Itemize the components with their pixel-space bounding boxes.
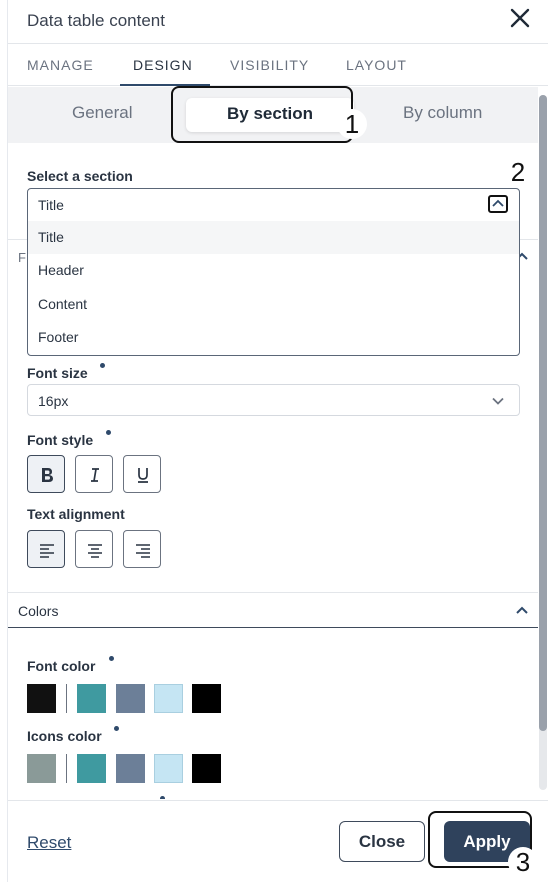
align-center-icon xyxy=(88,544,102,558)
section-option-content[interactable]: Content xyxy=(28,288,519,321)
font-size-value: 16px xyxy=(38,393,69,409)
tab-design[interactable]: DESIGN xyxy=(133,57,193,73)
icons-color-swatch[interactable] xyxy=(77,754,106,783)
icons-color-swatch[interactable] xyxy=(116,754,145,783)
info-dot xyxy=(106,430,111,435)
select-section-label: Select a section xyxy=(27,168,133,184)
icons-color-label: Icons color xyxy=(27,728,102,744)
annotation-badge-3: 3 xyxy=(508,847,538,877)
tab-bar: MANAGE DESIGN VISIBILITY LAYOUT xyxy=(8,44,548,86)
italic-button[interactable] xyxy=(75,455,113,493)
font-style-label: Font style xyxy=(27,432,94,448)
bold-button[interactable] xyxy=(27,455,65,493)
section-select-value: Title xyxy=(38,197,64,213)
font-color-swatch[interactable] xyxy=(154,684,183,713)
annotation-badge-2: 2 xyxy=(503,157,533,187)
segment-general[interactable]: General xyxy=(72,103,132,123)
close-icon[interactable] xyxy=(508,6,532,30)
panel-title: Data table content xyxy=(27,11,165,30)
vertical-scrollbar[interactable] xyxy=(539,95,547,790)
tab-layout[interactable]: LAYOUT xyxy=(346,57,407,73)
panel-header: Data table content xyxy=(8,0,548,44)
align-left-button[interactable] xyxy=(27,530,65,568)
icons-color-swatch[interactable] xyxy=(192,754,221,783)
section-select-dropdown[interactable]: Title Title Header Content Footer xyxy=(27,188,520,356)
info-dot xyxy=(100,363,105,368)
section-option-footer[interactable]: Footer xyxy=(28,321,519,354)
colors-accordion[interactable]: Colors xyxy=(8,592,538,628)
chevron-down-icon xyxy=(492,397,504,405)
font-color-swatch[interactable] xyxy=(192,684,221,713)
section-option-title[interactable]: Title xyxy=(28,221,519,254)
accordion-partial-title: F xyxy=(18,250,26,265)
scroll-content: General By section By column Select a se… xyxy=(8,87,538,799)
text-alignment-label: Text alignment xyxy=(27,506,125,522)
font-color-swatch[interactable] xyxy=(77,684,106,713)
align-left-icon xyxy=(40,544,54,558)
tab-manage[interactable]: MANAGE xyxy=(27,57,94,73)
close-button[interactable]: Close xyxy=(339,821,425,862)
icons-color-swatch[interactable] xyxy=(154,754,183,783)
info-dot xyxy=(114,726,119,731)
align-right-icon xyxy=(136,544,150,558)
bold-icon xyxy=(42,468,53,482)
font-color-swatch[interactable] xyxy=(116,684,145,713)
annotation-badge-1: 1 xyxy=(337,109,367,139)
info-dot xyxy=(109,656,114,661)
chevron-up-icon[interactable] xyxy=(488,195,508,213)
section-option-header[interactable]: Header xyxy=(28,254,519,287)
font-color-current-swatch[interactable] xyxy=(27,684,56,713)
segment-by-column[interactable]: By column xyxy=(403,103,482,123)
underline-button[interactable] xyxy=(123,455,161,493)
scrollbar-thumb[interactable] xyxy=(539,95,547,731)
italic-icon xyxy=(91,468,99,482)
icons-color-current-swatch[interactable] xyxy=(27,754,56,783)
font-size-select[interactable]: 16px xyxy=(27,384,520,416)
swatch-divider xyxy=(66,754,67,783)
colors-accordion-title: Colors xyxy=(18,603,59,619)
font-color-label: Font color xyxy=(27,658,96,674)
align-center-button[interactable] xyxy=(75,530,113,568)
chevron-up-icon xyxy=(515,603,529,617)
info-dot xyxy=(160,796,165,799)
reset-link[interactable]: Reset xyxy=(27,833,71,853)
annotation-box-1 xyxy=(171,86,353,143)
tab-visibility[interactable]: VISIBILITY xyxy=(230,57,309,73)
underline-icon xyxy=(138,468,148,483)
align-right-button[interactable] xyxy=(123,530,161,568)
swatch-divider xyxy=(66,684,67,713)
font-size-label: Font size xyxy=(27,365,88,381)
